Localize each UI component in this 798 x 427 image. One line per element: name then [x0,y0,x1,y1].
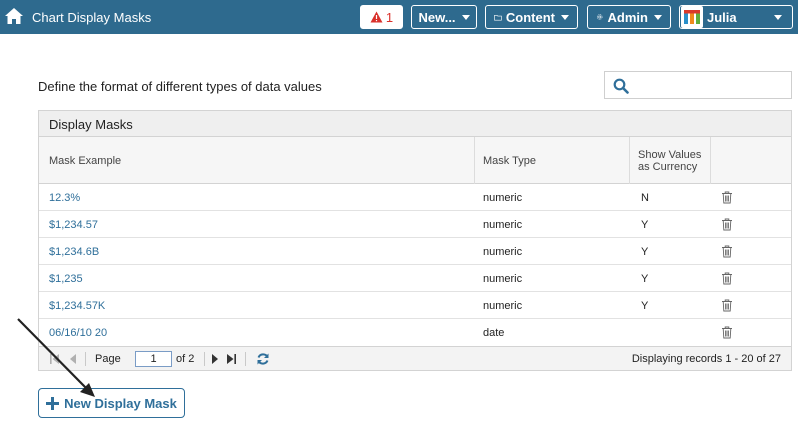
trash-icon [722,191,732,204]
home-icon[interactable] [4,6,24,26]
gear-icon [597,14,603,20]
new-menu-button[interactable]: New... [411,5,477,29]
mask-example-link[interactable]: 12.3% [49,184,80,211]
mask-example-link[interactable]: 06/16/10 20 [49,319,107,346]
pagination-bar: Page of 2 Displaying records 1 - 20 of 2… [39,346,791,370]
column-header-mask-type[interactable]: Mask Type [475,137,630,184]
page-description: Define the format of different types of … [38,79,322,94]
refresh-icon[interactable] [256,352,270,366]
pager-divider [204,352,205,366]
mask-example-link[interactable]: $1,234.57 [49,211,98,238]
last-page-icon[interactable] [225,354,237,364]
new-menu-label: New... [418,9,456,25]
trash-icon [722,245,732,258]
delete-button[interactable] [721,238,733,265]
trash-icon [722,326,732,339]
pager-divider [85,352,86,366]
chevron-down-icon [654,14,662,20]
currency-cell: Y [641,245,649,258]
mask-type-cell: numeric [483,299,523,312]
app-title: Chart Display Masks [32,10,152,25]
page-label: Page [95,353,121,365]
grid-title: Display Masks [39,111,791,137]
table-row[interactable]: $1,234.6B numeric Y [39,238,791,265]
delete-button[interactable] [721,319,733,346]
delete-button[interactable] [721,184,733,211]
next-page-icon[interactable] [211,354,219,364]
mask-type-cell: numeric [483,245,523,258]
content-menu-button[interactable]: Content [485,5,578,29]
alerts-button[interactable]: 1 [360,5,403,29]
chevron-down-icon [774,15,782,20]
new-display-mask-label: New Display Mask [64,395,177,411]
mask-type-cell: numeric [483,218,523,231]
chevron-down-icon [461,14,470,20]
search-icon [613,78,629,94]
admin-menu-button[interactable]: Admin [587,5,671,29]
table-row[interactable]: 06/16/10 20 date [39,319,791,346]
mask-example-link[interactable]: $1,235 [49,265,83,292]
top-bar: Chart Display Masks 1 New... Content Adm… [0,0,798,34]
app-logo-icon [681,6,703,28]
table-row[interactable]: $1,235 numeric Y [39,265,791,292]
table-row[interactable]: $1,234.57 numeric Y [39,211,791,238]
grid-body: 12.3% numeric N $1,234.57 numeric Y $1,2… [39,184,791,346]
currency-cell: Y [641,218,649,231]
records-summary: Displaying records 1 - 20 of 27 [631,353,781,365]
page-total-label: of 2 [176,353,195,365]
currency-cell: Y [641,272,649,285]
mask-example-link[interactable]: $1,234.57K [49,292,105,319]
folder-icon [494,14,502,21]
page-number-input[interactable] [135,351,172,367]
trash-icon [722,299,732,312]
warning-icon [370,11,383,23]
column-header-currency[interactable]: Show Values as Currency [630,137,711,184]
pager-divider [245,352,246,366]
table-row[interactable]: $1,234.57K numeric Y [39,292,791,319]
user-menu-button[interactable]: Julia [679,5,793,29]
alert-count: 1 [385,9,394,25]
delete-button[interactable] [721,265,733,292]
delete-button[interactable] [721,211,733,238]
first-page-icon[interactable] [49,354,61,364]
table-row[interactable]: 12.3% numeric N [39,184,791,211]
mask-type-cell: date [483,326,505,339]
currency-cell: Y [641,299,649,312]
mask-type-cell: numeric [483,272,523,285]
previous-page-icon[interactable] [69,354,77,364]
user-name: Julia [707,9,737,25]
admin-menu-label: Admin [607,9,648,25]
trash-icon [722,218,732,231]
display-masks-grid: Display Masks Mask Example Mask Type Sho… [38,110,792,371]
grid-header: Mask Example Mask Type Show Values as Cu… [39,137,791,184]
trash-icon [722,272,732,285]
plus-icon [46,396,60,410]
delete-button[interactable] [721,292,733,319]
new-display-mask-button[interactable]: New Display Mask [38,388,185,418]
content-menu-label: Content [505,9,555,25]
chevron-down-icon [561,14,569,20]
column-header-mask-example[interactable]: Mask Example [39,137,475,184]
mask-example-link[interactable]: $1,234.6B [49,238,99,265]
mask-type-cell: numeric [483,191,523,204]
search-input[interactable] [604,71,792,99]
currency-cell: N [641,191,649,204]
